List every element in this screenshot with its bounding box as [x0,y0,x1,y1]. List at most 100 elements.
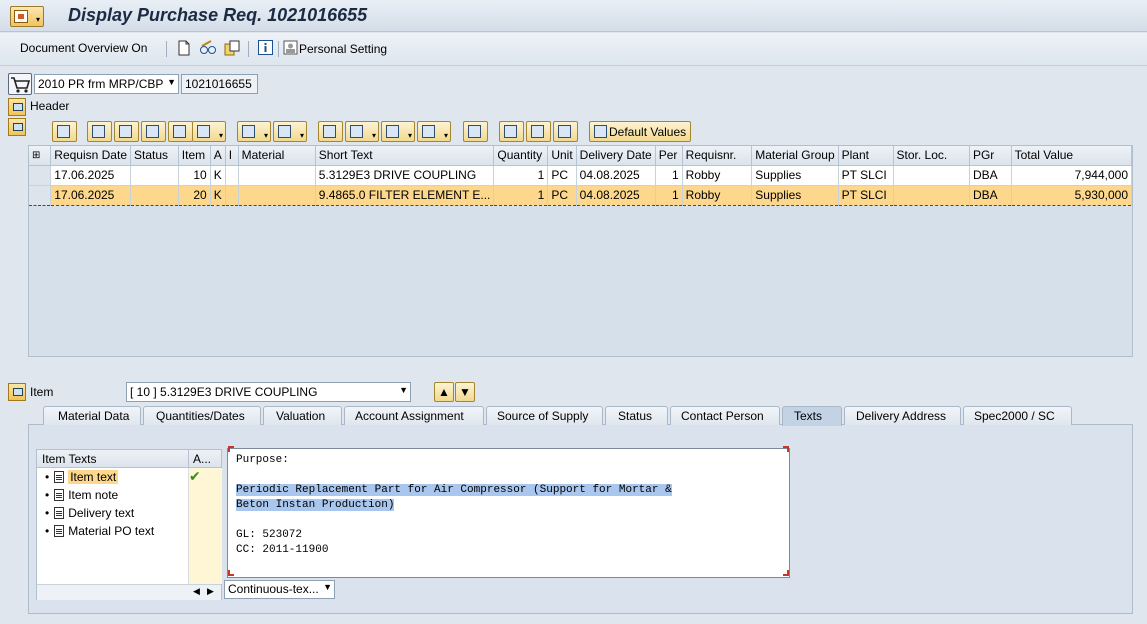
header-expand-button[interactable] [8,98,26,116]
cell-plant[interactable]: PT SLCI [838,184,894,206]
shopping-cart-icon[interactable] [8,73,32,95]
cell-stor-loc[interactable] [893,165,970,186]
cell-quantity[interactable]: 1 [493,165,549,186]
cell-short-text[interactable]: 9.4865.0 FILTER ELEMENT E... [315,184,495,206]
copy-icon[interactable] [224,40,240,56]
document-number-field[interactable]: 1021016655 [181,74,258,94]
layout-button[interactable]: ▾ [417,121,451,142]
cell-item[interactable]: 10 [178,165,211,186]
cell-item-category[interactable] [225,165,239,186]
column-header[interactable]: Unit [547,146,577,166]
cell-status[interactable] [130,184,179,206]
column-header[interactable]: Item [178,146,211,166]
tab-account-assignment[interactable]: Account Assignment [344,406,484,425]
tree-item-material-po-text[interactable]: • Material PO text [45,524,154,538]
tab-contact-person[interactable]: Contact Person [670,406,780,425]
tree-hscroll[interactable]: ◀ ▶ [37,584,221,600]
column-header[interactable]: Short Text [315,146,495,166]
tab-status[interactable]: Status [605,406,668,425]
tree-item-delivery-text[interactable]: • Delivery text [45,506,134,520]
tab-material-data[interactable]: Material Data [43,406,141,425]
total-button[interactable]: ▾ [237,121,271,142]
column-header[interactable]: Quantity [493,146,549,166]
tab-source-of-supply[interactable]: Source of Supply [486,406,603,425]
document-overview-button[interactable]: Document Overview On [20,41,147,55]
column-header[interactable]: Requisn Date [50,146,131,166]
details-button[interactable] [52,121,77,142]
row-selector[interactable] [29,165,52,186]
row-selector[interactable] [29,184,52,206]
cell-unit[interactable]: PC [547,165,577,186]
document-type-dropdown[interactable]: 2010 PR frm MRP/CBP ▼ [34,74,179,94]
cell-item-category[interactable] [225,184,239,206]
cell-total-value[interactable]: 5,930,000 [1011,184,1133,206]
cell-material-group[interactable]: Supplies [751,165,839,186]
item-texts-column-header[interactable]: Item Texts [42,452,96,466]
select-all-icon[interactable]: ⊞ [29,146,52,166]
text-editor[interactable]: Purpose: Periodic Replacement Part for A… [227,448,790,578]
cell-pgr[interactable]: DBA [969,184,1012,206]
cell-requisitioner[interactable]: Robby [682,184,753,206]
column-header[interactable]: Per [655,146,683,166]
cell-unit[interactable]: PC [547,184,577,206]
tab-texts[interactable]: Texts [782,406,842,426]
personal-setting-button[interactable]: Personal Setting [283,40,387,56]
cell-plant[interactable]: PT SLCI [838,165,894,186]
column-header[interactable]: Material [238,146,316,166]
cell-pgr[interactable]: DBA [969,165,1012,186]
filter-button[interactable]: ▾ [192,121,226,142]
cell-total-value[interactable]: 7,944,000 [1011,165,1133,186]
sort-descending-button[interactable] [114,121,139,142]
print-button[interactable] [318,121,343,142]
tab-spec2000-sc[interactable]: Spec2000 / SC [963,406,1072,425]
alv-info-button[interactable] [463,121,488,142]
cell-per[interactable]: 1 [655,165,683,186]
cell-requisitioner[interactable]: Robby [682,165,753,186]
item-expand-button[interactable] [8,383,26,401]
column-header[interactable]: Total Value [1011,146,1133,166]
items-expand-button[interactable] [8,118,26,136]
text-format-dropdown[interactable]: Continuous-tex... ▼ [224,580,335,599]
next-item-button[interactable]: ▼ [455,382,475,402]
tree-item-item-note[interactable]: • Item note [45,488,118,502]
cell-quantity[interactable]: 1 [493,184,549,206]
find-button[interactable] [141,121,166,142]
cell-material[interactable] [238,184,316,206]
edit-glasses-icon[interactable] [199,40,217,56]
sort-ascending-button[interactable] [87,121,112,142]
tree-item-item-text[interactable]: • Item text [45,470,119,484]
cell-acct-assignment[interactable]: K [210,165,226,186]
cell-per[interactable]: 1 [655,184,683,206]
cell-requisn-date[interactable]: 17.06.2025 [50,165,131,186]
scroll-left-icon[interactable]: ◀ [193,586,200,597]
column-header[interactable]: Material Group [751,146,839,166]
default-values-button[interactable]: Default Values [589,121,691,142]
column-header[interactable]: PGr [969,146,1012,166]
column-header[interactable]: Stor. Loc. [893,146,970,166]
cell-material-group[interactable]: Supplies [751,184,839,206]
new-document-icon[interactable] [177,40,191,56]
info-icon[interactable] [258,40,273,55]
column-header[interactable]: Status [130,146,179,166]
tab-quantities-dates[interactable]: Quantities/Dates [143,406,261,425]
subtotal-button[interactable]: ▾ [273,121,307,142]
hand-button[interactable] [553,121,578,142]
a-column-header[interactable]: A... [193,452,211,466]
cell-status[interactable] [130,165,179,186]
tab-valuation[interactable]: Valuation [263,406,342,425]
cell-acct-assignment[interactable]: K [210,184,226,206]
cell-item[interactable]: 20 [178,184,211,206]
cell-delivery-date[interactable]: 04.08.2025 [576,165,656,186]
cell-short-text[interactable]: 5.3129E3 DRIVE COUPLING [315,165,495,186]
column-header[interactable]: I [225,146,239,166]
column-header[interactable]: Plant [838,146,894,166]
cell-delivery-date[interactable]: 04.08.2025 [576,184,656,206]
item-selector-dropdown[interactable]: [ 10 ] 5.3129E3 DRIVE COUPLING ▼ [126,382,411,402]
table-row-selected[interactable]: 17.06.2025 20 K 9.4865.0 FILTER ELEMENT … [29,184,1133,206]
views-button[interactable]: ▾ [345,121,379,142]
previous-item-button[interactable]: ▲ [434,382,454,402]
system-menu-button[interactable]: ▾ [10,6,44,27]
table-row[interactable]: 17.06.2025 10 K 5.3129E3 DRIVE COUPLING … [29,165,1133,186]
column-header[interactable]: A [210,146,226,166]
cell-material[interactable] [238,165,316,186]
